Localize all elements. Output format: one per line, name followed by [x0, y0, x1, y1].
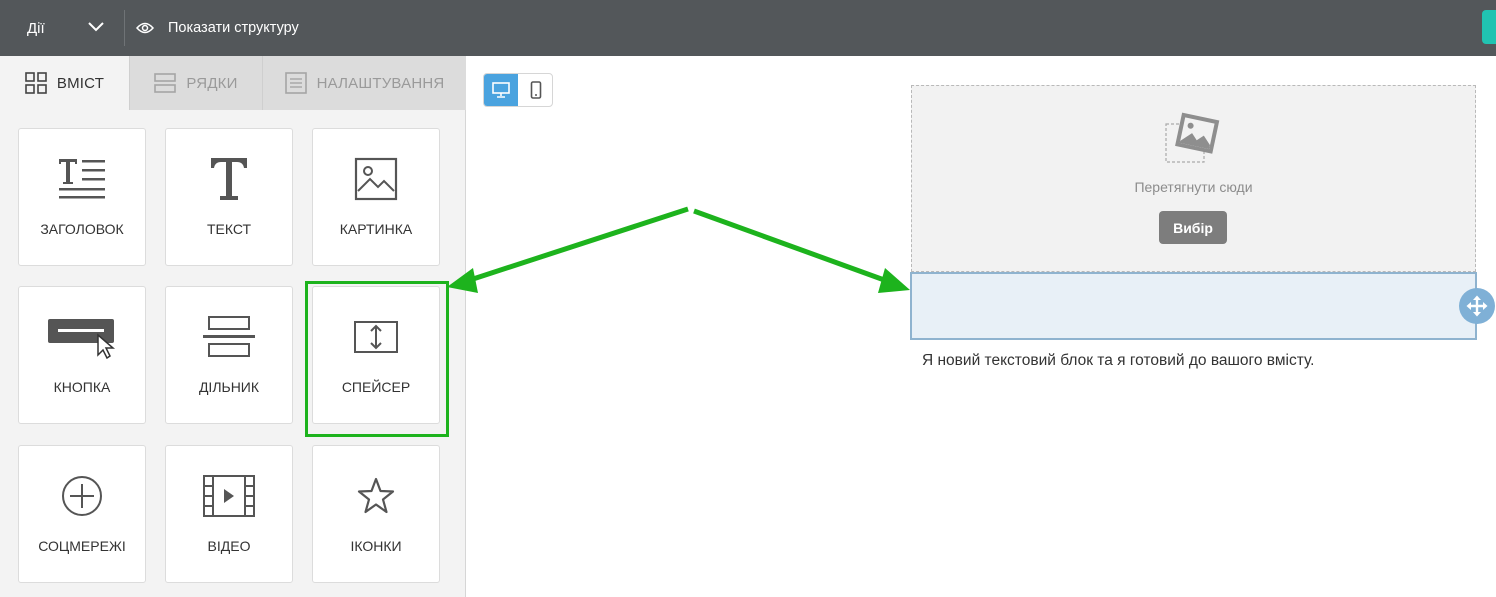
image-placeholder-icon [1165, 112, 1220, 163]
mobile-icon [530, 81, 542, 99]
arrow-to-spacer-tile [469, 206, 689, 283]
rows-icon [154, 73, 177, 93]
video-icon [203, 475, 255, 517]
tab-content[interactable]: ВМІСТ [0, 56, 129, 110]
arrow-to-spacer-block [693, 208, 888, 284]
spacer-block[interactable] [910, 272, 1477, 340]
tile-icons[interactable]: ІКОНКИ [312, 445, 440, 583]
text-icon [211, 158, 247, 200]
mobile-view-button[interactable] [519, 74, 552, 106]
move-icon [1466, 295, 1488, 317]
tab-rows-label: РЯДКИ [186, 74, 238, 92]
grid-icon [25, 72, 47, 94]
social-icon [62, 476, 102, 516]
device-toggle [483, 73, 553, 107]
tile-label: ВІДЕО [207, 538, 251, 554]
move-handle[interactable] [1459, 288, 1495, 324]
tab-settings-label: НАЛАШТУВАННЯ [316, 74, 445, 92]
tab-rows[interactable]: РЯДКИ [129, 56, 262, 110]
divider-icon [203, 316, 255, 357]
drop-here-label: Перетягнути сюди [1134, 179, 1253, 195]
text-block[interactable]: Я новий текстовий блок та я готовий до в… [922, 352, 1314, 370]
show-structure-label: Показати структуру [168, 20, 299, 36]
tile-button[interactable]: КНОПКА [18, 286, 146, 424]
tile-text[interactable]: ТЕКСТ [165, 128, 293, 266]
tile-label: КАРТИНКА [339, 221, 413, 237]
toolbar-divider [124, 10, 125, 46]
tile-label: ІКОНКИ [350, 538, 402, 554]
tile-label: ДІЛЬНИК [198, 379, 260, 395]
tile-image[interactable]: КАРТИНКА [312, 128, 440, 266]
actions-label: Дії [27, 19, 45, 37]
tile-label: КНОПКА [53, 379, 111, 395]
actions-dropdown[interactable]: Дії [12, 8, 112, 48]
spacer-highlight-box [305, 281, 449, 437]
settings-list-icon [284, 72, 307, 94]
browse-button[interactable]: Вибір [1159, 211, 1227, 244]
save-button-edge[interactable] [1482, 10, 1496, 44]
top-toolbar: Дії Показати структуру [0, 0, 1496, 56]
tile-heading[interactable]: ЗАГОЛОВОК [18, 128, 146, 266]
tile-label: ЗАГОЛОВОК [40, 221, 124, 237]
tab-content-label: ВМІСТ [56, 74, 105, 92]
tile-label: СОЦМЕРЕЖІ [38, 538, 126, 554]
tile-social[interactable]: СОЦМЕРЕЖІ [18, 445, 146, 583]
eye-icon [136, 22, 154, 34]
tile-label: ТЕКСТ [206, 221, 252, 237]
image-drop-zone[interactable]: Перетягнути сюди Вибір [911, 85, 1476, 272]
desktop-icon [492, 82, 510, 98]
chevron-down-icon [88, 22, 104, 32]
star-icon [357, 477, 395, 514]
show-structure-button[interactable]: Показати структуру [136, 8, 299, 48]
button-icon [48, 319, 116, 359]
sidebar-tabs: ВМІСТ РЯДКИ НАЛАШТУВАННЯ [0, 56, 466, 110]
desktop-view-button[interactable] [484, 74, 518, 106]
tile-video[interactable]: ВІДЕО [165, 445, 293, 583]
tile-divider[interactable]: ДІЛЬНИК [165, 286, 293, 424]
image-icon [354, 157, 398, 201]
heading-icon [59, 159, 105, 199]
arrowhead-right [878, 268, 910, 293]
tab-settings[interactable]: НАЛАШТУВАННЯ [262, 56, 466, 110]
